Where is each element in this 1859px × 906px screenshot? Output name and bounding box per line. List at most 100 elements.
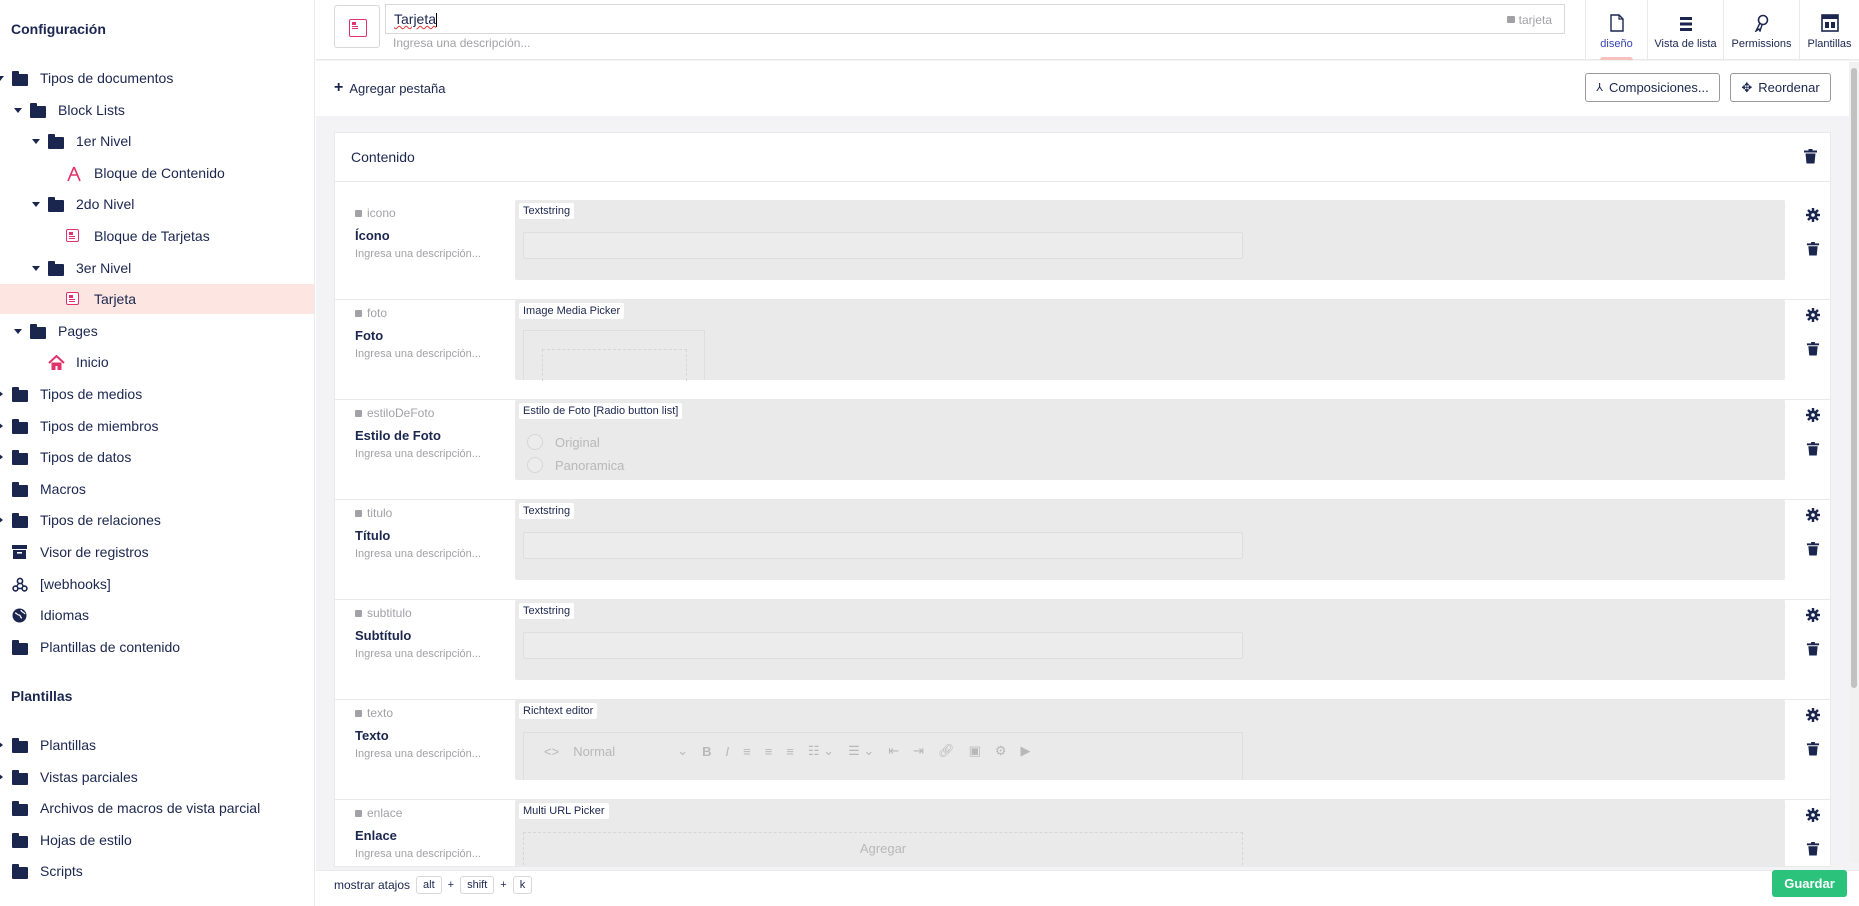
property-name[interactable]: Texto (355, 728, 389, 743)
caret-down-icon[interactable] (32, 265, 40, 271)
property-editor-preview[interactable]: Richtext editor <> Normal ⌄ B I ≡ ≡ ≡ ☷ ⌄ ☰ ⌄ ⇤ ⇥ 🔗︎ ▣… (515, 700, 1785, 780)
property-name[interactable]: Ícono (355, 228, 390, 243)
doctype-icon-picker[interactable] (334, 5, 380, 48)
tree-item-tipos-de-documentos[interactable]: Tipos de documentos (0, 63, 314, 93)
tree-item-hojas-de-estilo[interactable]: Hojas de estilo (0, 825, 314, 855)
tree-item-vistas-parciales[interactable]: Vistas parciales (0, 762, 314, 792)
property-alias[interactable]: subtitulo (355, 606, 412, 620)
caret-right-icon[interactable] (0, 390, 3, 398)
property-editor-preview[interactable]: Image Media Picker (515, 300, 1785, 381)
scrollbar[interactable] (1849, 62, 1859, 862)
property-name[interactable]: Estilo de Foto (355, 428, 441, 443)
reorder-button[interactable]: ✥ Reordenar (1730, 73, 1831, 102)
tree-item-3er-nivel[interactable]: 3er Nivel (0, 253, 314, 283)
tree-item-macros[interactable]: Macros (0, 474, 314, 504)
property-alias[interactable]: titulo (355, 506, 392, 520)
property-description[interactable]: Ingresa una descripción... (355, 348, 481, 360)
caret-right-icon[interactable] (0, 772, 3, 781)
property-description[interactable]: Ingresa una descripción... (355, 648, 481, 660)
tree-item-label: Plantillas de contenido (40, 638, 181, 655)
property-editor-preview[interactable]: Multi URL Picker Agregar (515, 800, 1785, 866)
tree-item-2do-nivel[interactable]: 2do Nivel (0, 189, 314, 219)
tree-item-tipos-de-datos[interactable]: Tipos de datos (0, 442, 314, 472)
property-alias[interactable]: estiloDeFoto (355, 406, 434, 420)
property-name[interactable]: Foto (355, 328, 383, 343)
settings-gear-icon[interactable] (1806, 208, 1820, 222)
app-list-view[interactable]: Vista de lista (1647, 0, 1723, 60)
caret-right-icon[interactable] (0, 421, 3, 430)
property-alias[interactable]: foto (355, 306, 387, 320)
caret-down-icon[interactable] (32, 202, 40, 208)
tree-item-archivos-de-macros-de-vista-parcial[interactable]: Archivos de macros de vista parcial (0, 793, 314, 823)
caret-right-icon[interactable] (0, 453, 3, 462)
caret-down-icon[interactable] (0, 76, 4, 81)
settings-gear-icon[interactable] (1806, 608, 1820, 622)
delete-property-trash-icon[interactable] (1806, 542, 1820, 556)
property-editor-preview[interactable]: Estilo de Foto [Radio button list] Origin… (515, 400, 1785, 480)
tree-item-plantillas-de-contenido[interactable]: Plantillas de contenido (0, 632, 314, 662)
caret-down-icon[interactable] (32, 139, 40, 145)
caret-right-icon[interactable] (0, 516, 3, 525)
tree-item-scripts[interactable]: Scripts (0, 856, 314, 886)
property-description[interactable]: Ingresa una descripción... (355, 448, 481, 460)
alias-field[interactable]: tarjeta (1506, 13, 1552, 27)
tree-item-tipos-de-medios[interactable]: Tipos de medios (0, 379, 314, 409)
property-editor-preview[interactable]: Textstring (515, 200, 1785, 280)
delete-property-trash-icon[interactable] (1806, 242, 1820, 256)
delete-property-trash-icon[interactable] (1806, 642, 1820, 656)
tree-item-plantillas[interactable]: Plantillas (0, 730, 314, 760)
tree-item-inicio[interactable]: Inicio (0, 347, 314, 377)
url-picker-preview: Agregar (523, 832, 1243, 866)
delete-property-trash-icon[interactable] (1806, 442, 1820, 456)
tree-item-block-lists[interactable]: Block Lists (0, 95, 314, 125)
property-description[interactable]: Ingresa una descripción... (355, 248, 481, 260)
tree-item-visor-de-registros[interactable]: Visor de registros (0, 537, 314, 567)
delete-property-trash-icon[interactable] (1806, 842, 1820, 856)
app-design[interactable]: diseño (1585, 0, 1647, 60)
tree-item-1er-nivel[interactable]: 1er Nivel (0, 126, 314, 156)
name-input[interactable]: Tarjeta tarjeta (385, 4, 1565, 34)
key-plus-2: + (500, 879, 507, 891)
add-tab-button[interactable]: + Agregar pestaña (334, 79, 445, 97)
property-alias[interactable]: enlace (355, 806, 402, 820)
delete-property-trash-icon[interactable] (1806, 342, 1820, 356)
description-input[interactable]: Ingresa una descripción... (393, 36, 530, 50)
property-name[interactable]: Título (355, 528, 390, 543)
settings-gear-icon[interactable] (1806, 708, 1820, 722)
delete-group-trash-icon[interactable] (1804, 149, 1817, 164)
folder-icon (30, 102, 46, 118)
property-description[interactable]: Ingresa una descripción... (355, 748, 481, 760)
caret-down-icon[interactable] (14, 328, 22, 334)
save-button[interactable]: Guardar (1772, 870, 1847, 897)
property-name[interactable]: Enlace (355, 828, 397, 843)
settings-gear-icon[interactable] (1806, 508, 1820, 522)
tree-item-idiomas[interactable]: Idiomas (0, 600, 314, 630)
settings-gear-icon[interactable] (1806, 808, 1820, 822)
tree-item-bloque-de-tarjetas[interactable]: Bloque de Tarjetas (0, 221, 314, 251)
group-title[interactable]: Contenido (351, 149, 415, 165)
caret-down-icon[interactable] (14, 107, 22, 113)
shortcuts[interactable]: mostrar atajos alt + shift + k (334, 876, 533, 894)
tree-item-tipos-de-miembros[interactable]: Tipos de miembros (0, 411, 314, 441)
property-alias[interactable]: texto (355, 706, 393, 720)
tree-item-label: 3er Nivel (76, 259, 132, 276)
scrollbar-thumb[interactable] (1851, 68, 1857, 688)
tree-item-webhooks[interactable]: [webhooks] (0, 569, 314, 599)
property-editor-preview[interactable]: Textstring (515, 600, 1785, 680)
tree-item-pages[interactable]: Pages (0, 316, 314, 346)
property-alias[interactable]: icono (355, 206, 396, 220)
tree-item-bloque-de-contenido[interactable]: Bloque de Contenido (0, 158, 314, 188)
app-templates[interactable]: Plantillas (1799, 0, 1859, 60)
tree-item-tipos-de-relaciones[interactable]: Tipos de relaciones (0, 505, 314, 535)
app-permissions[interactable]: Permissions (1723, 0, 1799, 60)
compositions-button[interactable]: ⅄ Composiciones... (1585, 73, 1720, 102)
property-description[interactable]: Ingresa una descripción... (355, 848, 481, 860)
settings-gear-icon[interactable] (1806, 308, 1820, 322)
property-editor-preview[interactable]: Textstring (515, 500, 1785, 580)
property-description[interactable]: Ingresa una descripción... (355, 548, 481, 560)
property-name[interactable]: Subtítulo (355, 628, 411, 643)
caret-right-icon[interactable] (0, 741, 3, 749)
tree-item-tarjeta[interactable]: Tarjeta (0, 284, 314, 315)
settings-gear-icon[interactable] (1806, 408, 1820, 422)
delete-property-trash-icon[interactable] (1806, 742, 1820, 756)
